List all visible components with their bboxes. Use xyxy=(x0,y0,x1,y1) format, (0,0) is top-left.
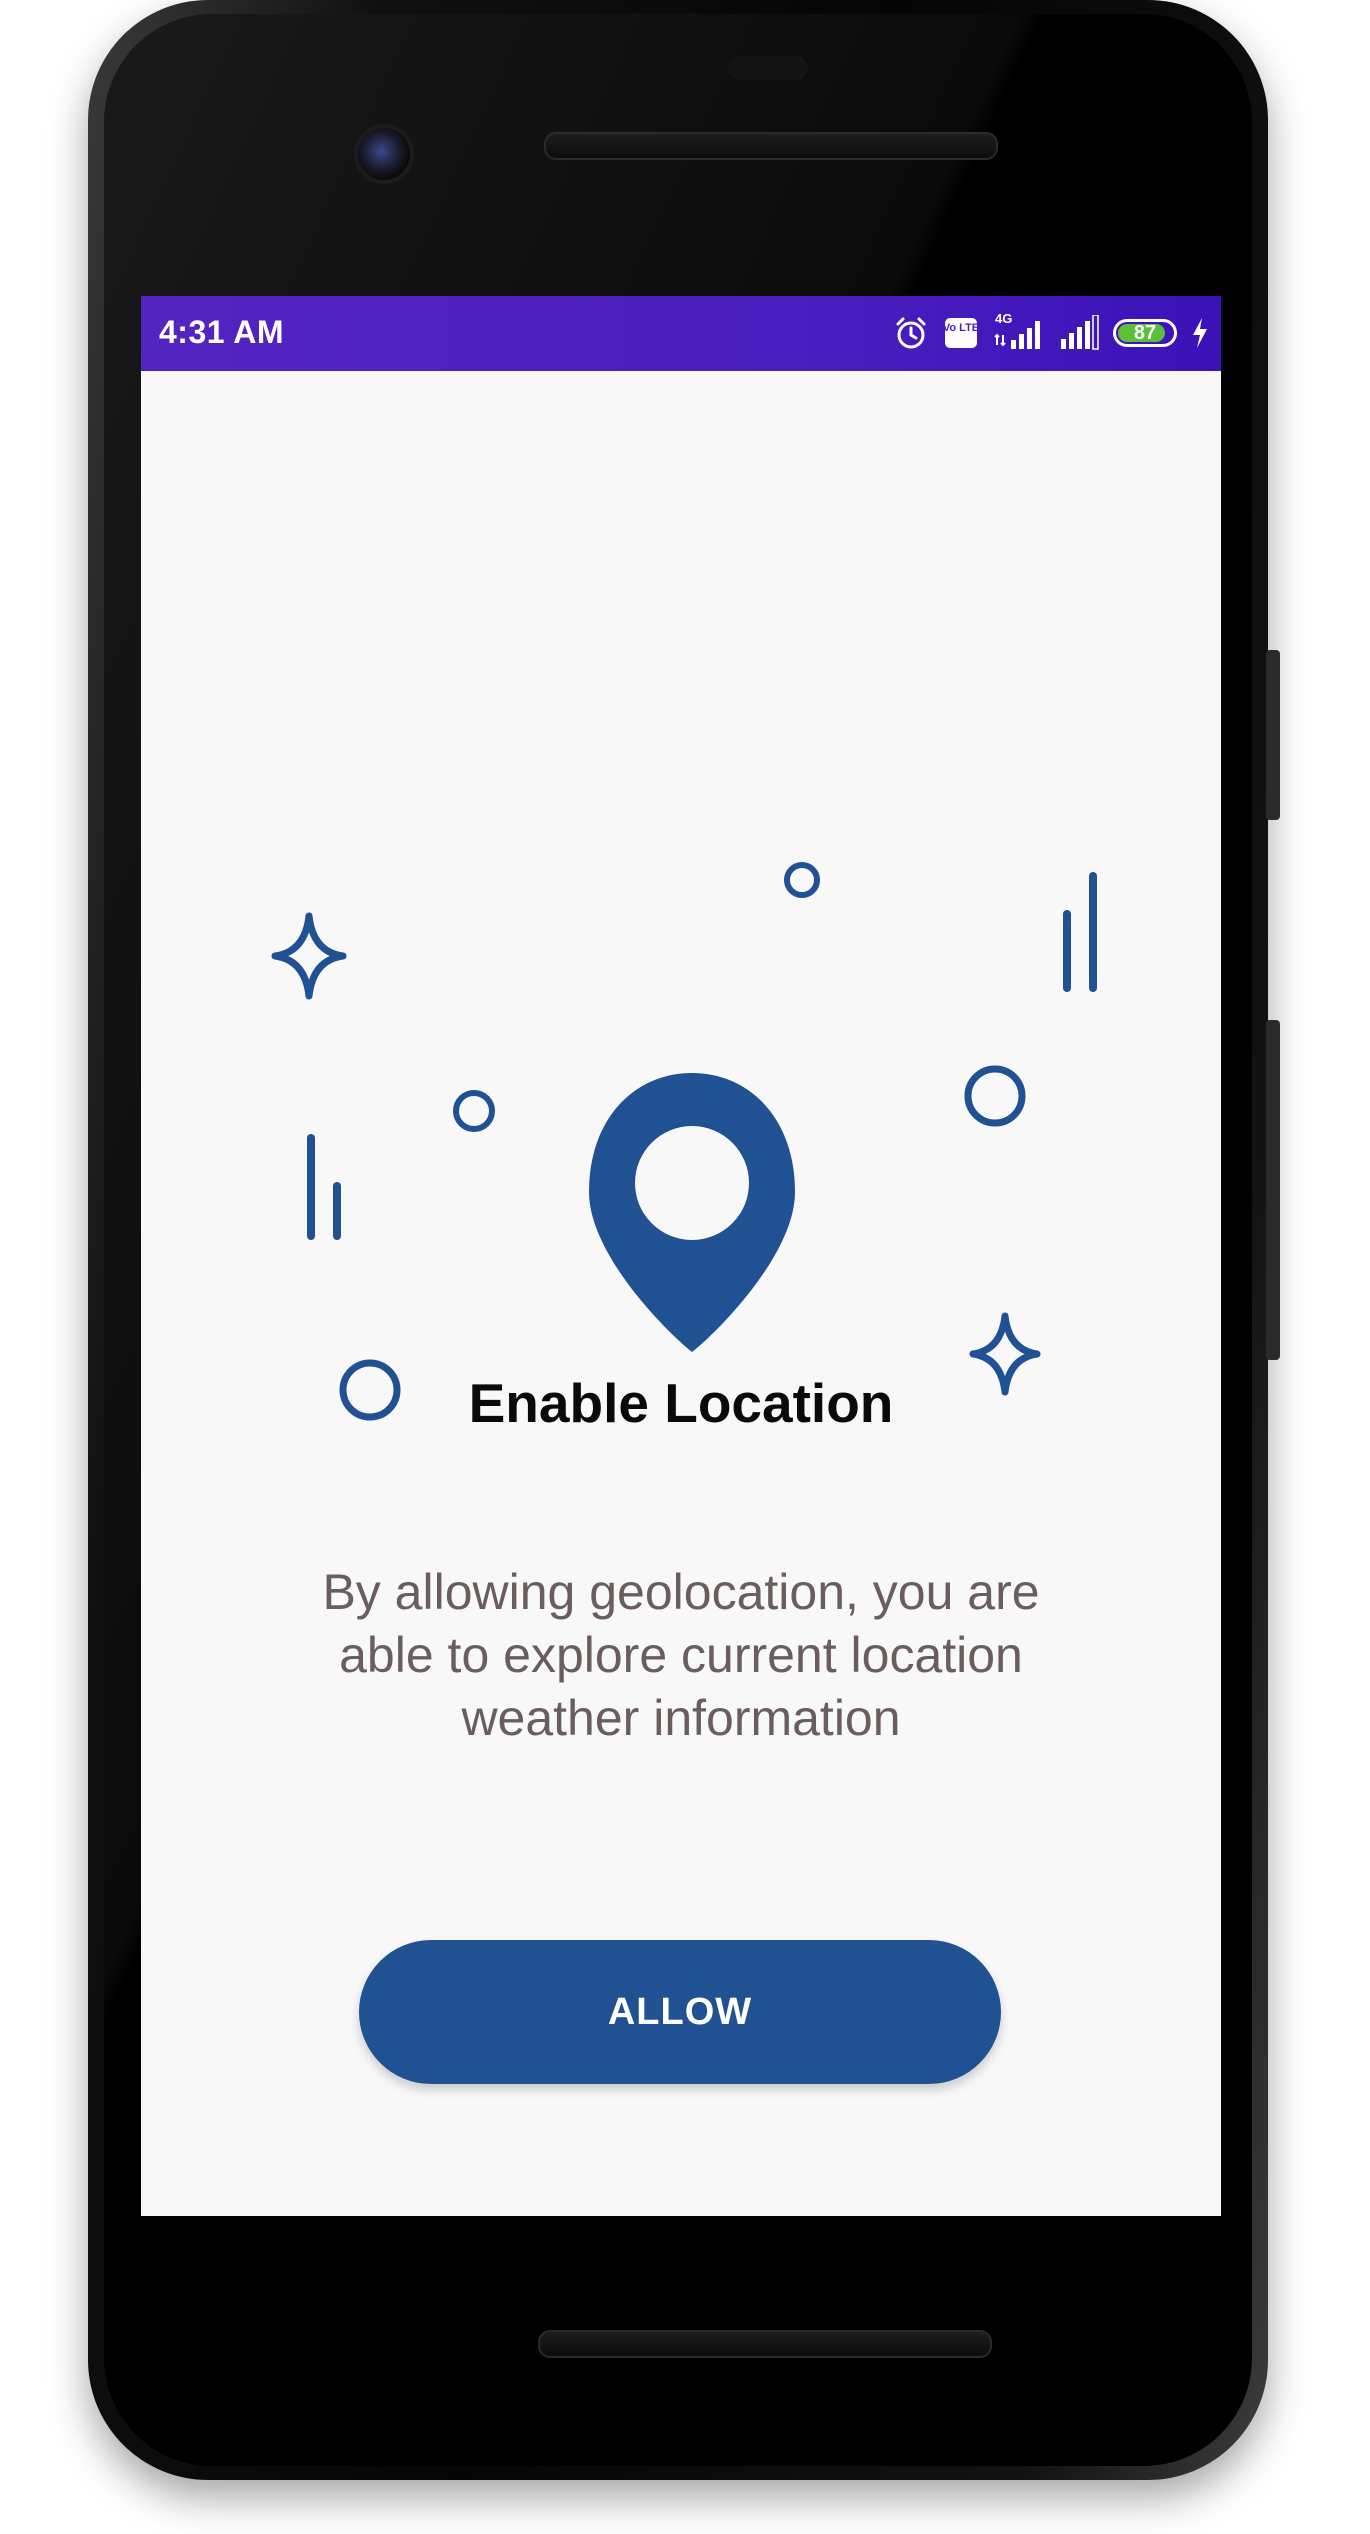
bars-icon xyxy=(307,1134,341,1240)
power-button xyxy=(1266,650,1280,820)
bars-icon xyxy=(1063,872,1097,992)
volte-icon-text: Vo LTE xyxy=(943,322,979,334)
bottom-speaker xyxy=(538,2330,992,2358)
alarm-icon xyxy=(896,317,926,349)
proximity-sensor xyxy=(728,56,808,80)
charging-icon xyxy=(1193,318,1207,348)
battery-level: 87 xyxy=(1133,321,1157,344)
status-time: 4:31 AM xyxy=(159,314,285,350)
circle-icon xyxy=(964,1065,1026,1127)
location-pin-icon xyxy=(589,1073,795,1352)
location-illustration xyxy=(271,862,1097,1421)
allow-button[interactable]: ALLOW xyxy=(359,1940,1001,2084)
battery-icon: 87 xyxy=(1113,319,1177,347)
front-camera xyxy=(354,124,414,184)
status-bar: 4:31 AM Vo LTE 4G 87 xyxy=(141,296,1221,371)
sparkle-icon xyxy=(271,912,347,1000)
signal-icon xyxy=(1061,315,1099,350)
earpiece-speaker xyxy=(544,132,998,160)
volume-rocker xyxy=(1266,1020,1280,1360)
circle-icon xyxy=(784,862,820,898)
circle-icon xyxy=(453,1090,495,1132)
status-icons: Vo LTE 4G 87 xyxy=(893,310,1209,356)
signal-4g-icon: 4G xyxy=(993,311,1045,353)
page-description: By allowing geolocation, you are able to… xyxy=(322,1564,1040,1746)
volte-icon: Vo LTE xyxy=(943,318,979,348)
page-title: Enable Location xyxy=(468,1372,894,1434)
app-screen: 4:31 AM Vo LTE 4G 87 Enable Location By … xyxy=(141,296,1221,2216)
